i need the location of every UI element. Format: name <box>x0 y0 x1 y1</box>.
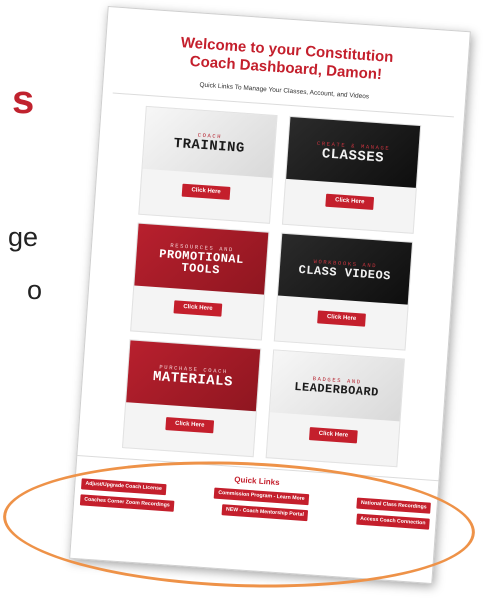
click-here-button[interactable]: Click Here <box>317 310 366 327</box>
card-coach-materials: PURCHASE COACH MATERIALS Click Here <box>121 339 262 458</box>
card-title-line-2: TOOLS <box>180 260 221 277</box>
card-class-videos: WORKBOOKS AND CLASS VIDEOS Click Here <box>273 232 414 351</box>
click-here-button[interactable]: Click Here <box>173 300 223 317</box>
click-here-button[interactable]: Click Here <box>181 183 231 200</box>
card-promotional-tools: RESOURCES AND PROMOTIONAL TOOLS Click He… <box>130 222 270 341</box>
background-slide-fragment: s <box>12 78 35 122</box>
card-title: TRAINING <box>173 135 246 157</box>
dashboard-card-grid: COACH TRAINING Click Here CREATE & MANAG… <box>121 105 422 468</box>
card-leaderboard: BADGES AND LEADERBOARD Click Here <box>265 349 405 468</box>
card-banner: COACH TRAINING <box>142 106 277 178</box>
card-banner: RESOURCES AND PROMOTIONAL TOOLS <box>134 223 269 295</box>
card-banner: CREATE & MANAGE CLASSES <box>286 116 421 188</box>
card-title: LEADERBOARD <box>293 379 380 400</box>
card-banner: WORKBOOKS AND CLASS VIDEOS <box>277 233 412 305</box>
background-slide-fragment: ge <box>8 222 39 252</box>
card-classes: CREATE & MANAGE CLASSES Click Here <box>281 115 422 234</box>
click-here-button[interactable]: Click Here <box>325 193 375 210</box>
card-title: CLASSES <box>321 145 385 167</box>
background-slide-fragment: o <box>27 275 43 305</box>
click-here-button[interactable]: Click Here <box>308 427 358 444</box>
card-title: CLASS VIDEOS <box>298 262 392 283</box>
card-banner: BADGES AND LEADERBOARD <box>269 350 404 422</box>
card-banner: PURCHASE COACH MATERIALS <box>126 340 261 412</box>
click-here-button[interactable]: Click Here <box>165 417 215 434</box>
card-coach-training: COACH TRAINING Click Here <box>138 105 278 224</box>
